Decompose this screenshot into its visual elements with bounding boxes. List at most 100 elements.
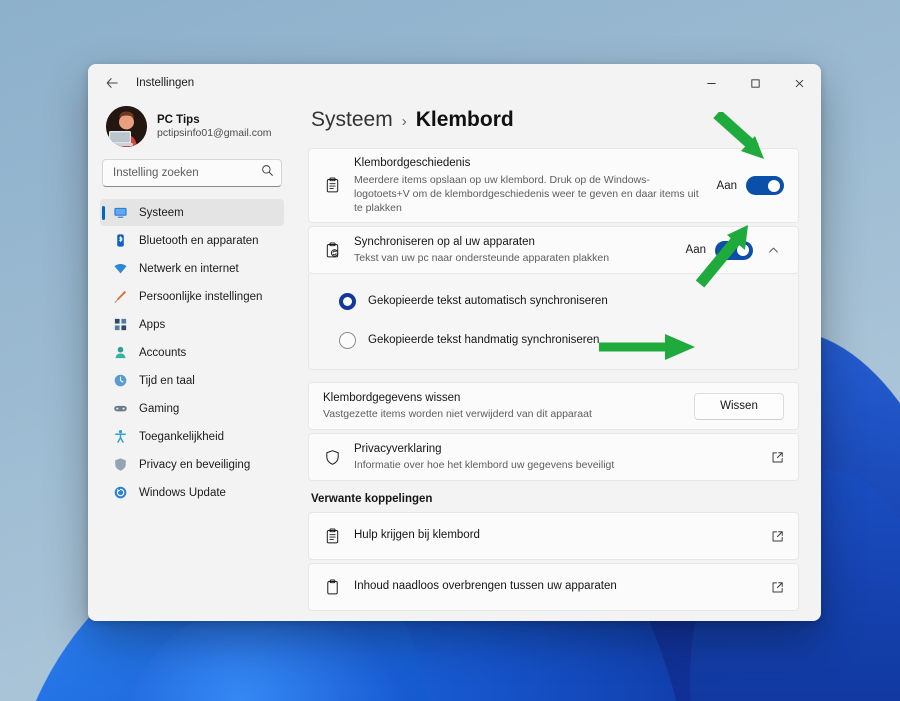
accessibility-icon <box>113 429 128 444</box>
privacy-statement-row[interactable]: Privacyverklaring Informatie over hoe he… <box>309 434 798 480</box>
sidebar-item-systeem[interactable]: Systeem <box>100 199 284 226</box>
sidebar-item-label: Bluetooth en apparaten <box>139 234 259 247</box>
sidebar-item-label: Systeem <box>139 206 184 219</box>
clipboard-sync-icon <box>323 242 341 259</box>
chevron-up-icon[interactable] <box>762 239 784 261</box>
radio-button-unselected[interactable] <box>339 331 356 349</box>
breadcrumb-separator: › <box>401 113 407 130</box>
clipboard-history-subtitle: Meerdere items opslaan op uw klembord. D… <box>354 173 699 214</box>
sync-option-manual[interactable]: Gekopieerde tekst handmatig synchroniser… <box>339 325 784 355</box>
sidebar-item-privacy-en-beveiliging[interactable]: Privacy en beveiliging <box>100 451 284 478</box>
sidebar-item-label: Gaming <box>139 402 180 415</box>
apps-icon <box>113 317 128 332</box>
clipboard-history-toggle[interactable] <box>746 176 784 196</box>
sidebar-item-bluetooth-en-apparaten[interactable]: Bluetooth en apparaten <box>100 227 284 254</box>
clipboard-history-row[interactable]: Klembordgeschiedenis Meerdere items opsl… <box>309 149 798 222</box>
related-link-row[interactable]: Hulp krijgen bij klembord <box>309 513 798 559</box>
sync-devices-card: Synchroniseren op al uw apparaten Tekst … <box>308 226 799 275</box>
clear-data-title: Klembordgegevens wissen <box>323 391 461 404</box>
clipboard-history-title: Klembordgeschiedenis <box>354 157 471 169</box>
sync-option-label: Gekopieerde tekst automatisch synchronis… <box>368 295 608 308</box>
sync-options-panel: Gekopieerde tekst automatisch synchronis… <box>308 274 799 371</box>
shield-icon <box>113 457 128 472</box>
bluetooth-icon <box>113 233 128 248</box>
sidebar-item-toegankelijkheid[interactable]: Toegankelijkheid <box>100 423 284 450</box>
external-link-icon <box>771 451 784 464</box>
maximize-button[interactable] <box>733 64 777 102</box>
sync-devices-toggle[interactable] <box>715 240 753 260</box>
sidebar-item-label: Netwerk en internet <box>139 262 239 275</box>
shield-outline-icon <box>323 449 341 466</box>
monitor-icon <box>113 205 128 220</box>
sidebar-item-apps[interactable]: Apps <box>100 311 284 338</box>
privacy-statement-title: Privacyverklaring <box>354 442 442 455</box>
toggle-knob <box>768 179 780 192</box>
sidebar-item-label: Persoonlijke instellingen <box>139 290 263 303</box>
avatar <box>106 106 147 147</box>
sidebar-nav: Systeem Bluetooth en apparaten Netwerk e… <box>100 199 284 506</box>
window-controls <box>689 64 821 102</box>
back-arrow-icon <box>106 78 118 88</box>
close-button[interactable] <box>777 64 821 102</box>
sync-option-auto[interactable]: Gekopieerde tekst automatisch synchronis… <box>339 286 784 316</box>
profile-email: pctipsinfo01@gmail.com <box>157 127 272 140</box>
sidebar: PC Tips pctipsinfo01@gmail.com Instellin… <box>88 102 292 621</box>
clipboard-help-icon <box>323 528 341 545</box>
related-links-heading: Verwante koppelingen <box>311 493 433 506</box>
sidebar-item-label: Windows Update <box>139 486 226 499</box>
sync-devices-title: Synchroniseren op al uw apparaten <box>354 235 535 248</box>
page-title: Klembord <box>415 108 514 131</box>
clear-button[interactable]: Wissen <box>694 392 784 420</box>
breadcrumb-root[interactable]: Systeem <box>311 108 393 132</box>
sidebar-item-windows-update[interactable]: Windows Update <box>100 479 284 506</box>
external-link-icon <box>771 530 784 543</box>
settings-window: Instellingen PC Tips pctipsinfo01@gmail.… <box>88 64 821 621</box>
sync-devices-subtitle: Tekst van uw pc naar ondersteunde appara… <box>354 252 610 265</box>
clock-globe-icon <box>113 373 128 388</box>
sidebar-item-label: Privacy en beveiliging <box>139 458 251 471</box>
related-link-transfer-card: Inhoud naadloos overbrengen tussen uw ap… <box>308 563 799 612</box>
clear-data-card: Klembordgegevens wissen Vastgezette item… <box>308 382 799 431</box>
main-content: Systeem › Klembord Klembordgeschiedenis … <box>292 102 821 621</box>
related-link-label: Hulp krijgen bij klembord <box>354 529 480 542</box>
sync-devices-toggle-label: Aan <box>685 244 706 257</box>
user-profile[interactable]: PC Tips pctipsinfo01@gmail.com <box>100 102 284 157</box>
clear-data-row: Klembordgegevens wissen Vastgezette item… <box>309 383 798 429</box>
avatar-illustration-icon <box>106 106 147 147</box>
gamepad-icon <box>113 401 128 416</box>
related-link-help-card: Hulp krijgen bij klembord <box>308 512 799 561</box>
maximize-icon <box>750 78 760 88</box>
sidebar-item-netwerk-en-internet[interactable]: Netwerk en internet <box>100 255 284 282</box>
sidebar-item-persoonlijke-instellingen[interactable]: Persoonlijke instellingen <box>100 283 284 310</box>
sidebar-item-label: Toegankelijkheid <box>139 430 225 443</box>
sidebar-item-tijd-en-taal[interactable]: Tijd en taal <box>100 367 284 394</box>
privacy-statement-card: Privacyverklaring Informatie over hoe he… <box>308 433 799 482</box>
clipboard-history-card: Klembordgeschiedenis Meerdere items opsl… <box>308 148 799 224</box>
sidebar-item-accounts[interactable]: Accounts <box>100 339 284 366</box>
sidebar-item-gaming[interactable]: Gaming <box>100 395 284 422</box>
sidebar-item-label: Apps <box>139 318 166 331</box>
clear-data-subtitle: Vastgezette items worden niet verwijderd… <box>323 408 592 421</box>
search-container <box>102 159 282 187</box>
wifi-icon <box>113 261 128 276</box>
breadcrumb: Systeem › Klembord <box>308 102 799 148</box>
minimize-icon <box>706 82 716 84</box>
external-link-icon <box>771 581 784 594</box>
search-input[interactable] <box>102 159 282 187</box>
sidebar-item-label: Tijd en taal <box>139 374 195 387</box>
back-button[interactable] <box>97 68 127 98</box>
account-icon <box>113 345 128 360</box>
related-link-row[interactable]: Inhoud naadloos overbrengen tussen uw ap… <box>309 564 798 610</box>
sync-devices-row[interactable]: Synchroniseren op al uw apparaten Tekst … <box>309 227 798 273</box>
clipboard-list-icon <box>323 177 341 194</box>
radio-button-selected[interactable] <box>339 292 356 310</box>
update-icon <box>113 485 128 500</box>
clipboard-history-toggle-label: Aan <box>716 179 737 192</box>
title-bar: Instellingen <box>88 64 821 102</box>
privacy-statement-subtitle: Informatie over hoe het klembord uw gege… <box>354 459 615 472</box>
close-icon <box>795 79 803 87</box>
profile-name: PC Tips <box>157 113 200 126</box>
sidebar-item-label: Accounts <box>139 346 187 359</box>
clipboard-icon <box>323 579 341 596</box>
minimize-button[interactable] <box>689 64 733 102</box>
